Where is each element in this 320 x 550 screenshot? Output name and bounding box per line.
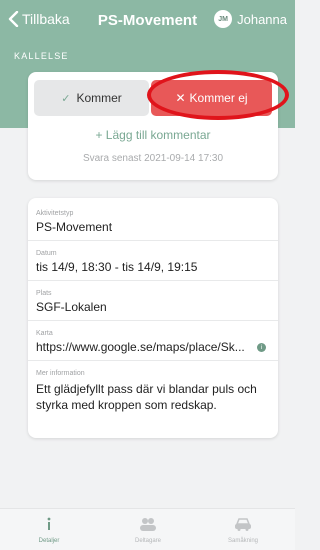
activity-type-label: Aktivitetstyp [36,210,74,217]
place-value: SGF-Lokalen [36,300,107,314]
tab-bar: Detaljer Deltagare Samåkning [0,508,295,550]
divider [28,280,278,281]
divider [28,320,278,321]
section-label: KALLELSE [14,51,69,61]
tab-label: Detaljer [38,538,60,544]
place-label: Plats [36,290,52,297]
tab-label: Samåkning [227,538,259,544]
going-button[interactable]: ✓ Kommer [34,80,149,116]
details-card: Aktivitetstyp PS-Movement Datum tis 14/9… [28,198,278,438]
annotation-ring [147,70,289,120]
user-menu[interactable]: JM Johanna [214,10,287,28]
tab-participants[interactable]: Deltagare [113,515,183,544]
add-comment-button[interactable]: + Lägg till kommentar [28,128,278,142]
date-value: tis 14/9, 18:30 - tis 14/9, 19:15 [36,260,198,274]
response-deadline: Svara senast 2021-09-14 17:30 [82,153,224,164]
car-icon [208,515,278,533]
divider [28,360,278,361]
people-icon [113,515,183,533]
avatar: JM [214,10,233,28]
more-info-value: Ett glädjefyllt pass där vi blandar puls… [36,382,257,412]
map-link[interactable]: https://www.google.se/maps/place/Sk... [36,340,248,354]
divider [28,240,278,241]
check-icon: ✓ [61,92,71,105]
activity-type-value: PS-Movement [36,220,113,234]
going-label: Kommer [76,91,122,105]
tab-carpool[interactable]: Samåkning [208,515,278,544]
map-label: Karta [36,330,53,337]
nav-bar: Tillbaka PS-Movement JM Johanna [0,0,295,40]
user-name: Johanna [237,11,287,27]
tab-label: Deltagare [134,538,161,544]
info-icon [14,515,84,533]
date-label: Datum [36,250,57,257]
more-info-label: Mer information [36,370,85,377]
info-icon[interactable]: i [257,343,266,352]
tab-details[interactable]: Detaljer [14,515,84,544]
